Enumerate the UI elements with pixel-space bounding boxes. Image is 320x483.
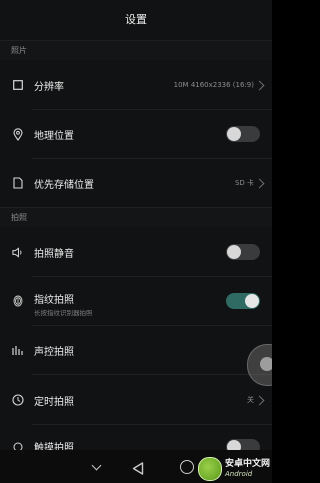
toggle-knob — [227, 440, 241, 450]
chevron-right-icon — [254, 395, 265, 405]
setting-timer[interactable]: 定时拍照 关 — [0, 376, 272, 424]
hide-nav-down-icon[interactable] — [91, 460, 102, 471]
setting-label: 触摸拍照 — [34, 443, 74, 450]
hand-icon — [12, 441, 24, 450]
toggle-knob — [245, 294, 259, 308]
setting-storage[interactable]: 优先存储位置 SD 卡 — [0, 159, 272, 207]
section-header-shooting: 拍照 — [0, 207, 272, 227]
watermark-en: Android — [225, 469, 253, 478]
setting-label: 声控拍照 — [34, 346, 74, 358]
setting-resolution[interactable]: 分辨率 10M 4160x2336 (16:9) — [0, 61, 272, 109]
setting-label: 指纹拍照 — [34, 295, 74, 306]
toggle-knob — [227, 127, 241, 141]
home-circle-icon[interactable] — [180, 460, 194, 474]
chevron-right-icon — [254, 80, 265, 90]
setting-label: 分辨率 — [34, 81, 64, 93]
setting-value: SD 卡 — [234, 179, 254, 187]
setting-value: 关 — [247, 396, 254, 404]
setting-label: 地理位置 — [34, 130, 74, 142]
setting-label: 拍照静音 — [34, 248, 74, 260]
watermark-cn: 安卓中文网 — [225, 458, 271, 469]
section-title-shooting: 拍照 — [11, 213, 27, 222]
floating-button-dot — [260, 357, 272, 371]
crop-square-icon — [12, 79, 24, 91]
toggle-knob — [227, 245, 241, 259]
section-title-photo: 照片 — [11, 46, 27, 55]
sound-bars-icon — [12, 344, 24, 356]
page-title: 设置 — [125, 13, 147, 26]
android-logo-icon — [198, 456, 222, 481]
watermark-text: 安卓中文网 Android — [225, 458, 271, 478]
location-toggle[interactable] — [226, 126, 260, 142]
setting-value: 10M 4160x2336 (16:9) — [173, 81, 254, 89]
camera-settings-screen: 设置 照片 分辨率 10M 4160x2336 (16:9) 地理位置 优先存储… — [0, 0, 272, 483]
divider — [32, 374, 272, 375]
fingerprint-toggle[interactable] — [226, 293, 260, 309]
touch-toggle[interactable] — [226, 439, 260, 450]
section-header-photo: 照片 — [0, 40, 272, 60]
setting-label: 定时拍照 — [34, 396, 74, 408]
setting-fingerprint[interactable]: 指纹拍照 长按指纹识别器拍照 — [0, 277, 272, 325]
location-pin-icon — [12, 127, 24, 141]
mute-toggle[interactable] — [226, 244, 260, 260]
title-bar: 设置 — [0, 0, 272, 38]
clock-icon — [12, 394, 24, 406]
setting-label: 优先存储位置 — [34, 179, 94, 191]
chevron-right-icon — [254, 178, 265, 188]
document-icon — [12, 177, 24, 189]
fingerprint-icon — [12, 295, 24, 307]
setting-sublabel: 长按指纹识别器拍照 — [34, 309, 93, 317]
watermark-logo: 安卓中文网 Android — [198, 454, 272, 483]
setting-location[interactable]: 地理位置 — [0, 110, 272, 158]
speaker-icon — [12, 246, 24, 258]
setting-voice[interactable]: 声控拍照 — [0, 326, 272, 374]
setting-touch-partial[interactable]: 触摸拍照 — [0, 425, 272, 450]
back-triangle-icon[interactable] — [132, 460, 144, 479]
setting-mute[interactable]: 拍照静音 — [0, 228, 272, 276]
